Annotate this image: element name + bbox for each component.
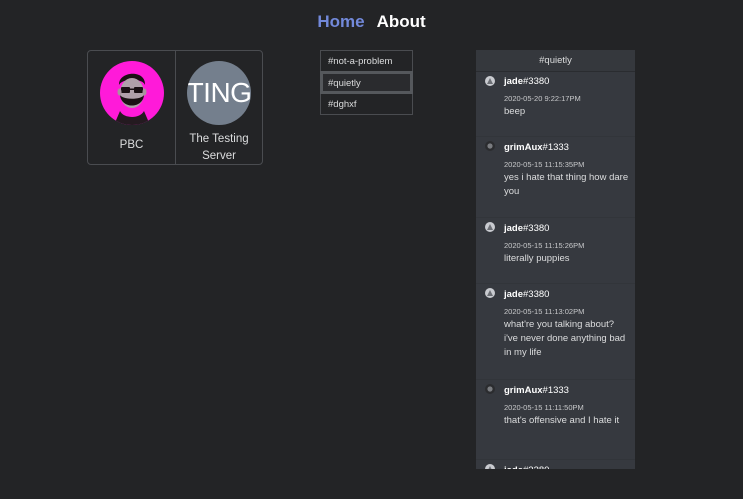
message-timestamp: 2020-05-15 11:15:35PM [504,160,585,169]
message-text: that's offensive and I hate it [504,415,620,426]
message-timestamp: 2020-05-15 11:15:26PM [504,241,585,250]
message-item: jade#3380 [476,460,635,469]
server-avatar-pbc [99,61,164,125]
message-discriminator: #3380 [523,76,550,87]
channel-list: #not-a-problem #quietly #dghxf [320,50,413,115]
message-timestamp: 2020-05-15 11:11:50PM [504,403,584,412]
pbc-face-icon [99,61,164,125]
server-name-line-2: Server [202,150,236,162]
message-author: jade [504,76,524,87]
server-item-the-testing-server[interactable]: TING The Testing Server [175,51,262,164]
message-author: grimAux [504,142,543,153]
jade-avatar-icon [485,76,495,86]
grimaux-avatar-icon [485,384,495,394]
message-author: jade [504,465,523,469]
chat-channel-title: #quietly [476,50,635,72]
message-discriminator: #3380 [523,289,550,300]
server-item-pbc[interactable]: PBC [88,51,175,164]
message-discriminator: #1333 [542,142,569,153]
server-name-pbc: PBC [119,139,144,151]
message-timestamp: 2020-05-20 9:22:17PM [504,94,581,103]
channel-item-not-a-problem[interactable]: #not-a-problem [321,51,412,72]
message-item: grimAux#1333 2020-05-15 11:15:35PM yes i… [476,137,635,218]
message-author: grimAux [504,385,543,396]
message-timestamp: 2020-05-15 11:13:02PM [504,307,585,316]
server-name-line-1: The Testing [189,133,249,145]
jade-avatar-icon [485,288,495,298]
server-name-the-testing-server: The Testing Server [189,131,248,165]
jade-avatar-icon [485,222,495,232]
message-author: jade [504,223,524,234]
message-text: literally puppies [504,253,570,264]
message-text: what're you talking about? i've never do… [504,319,626,358]
chat-panel[interactable]: #quietly jade#3380 2020-05-20 9:22:17PM … [476,50,635,469]
top-nav: Home About [0,12,743,32]
message-discriminator: #1333 [542,385,569,396]
about-link[interactable]: About [377,12,426,31]
message-discriminator: #3380 [523,465,549,469]
home-link[interactable]: Home [317,12,364,31]
channel-item-dghxf[interactable]: #dghxf [321,93,412,114]
message-item: jade#3380 2020-05-15 11:15:26PM literall… [476,218,635,284]
message-text: yes i hate that thing how dare you [504,172,629,197]
message-discriminator: #3380 [523,223,550,234]
message-author: jade [504,289,524,300]
message-item: jade#3380 2020-05-15 11:13:02PM what're … [476,284,635,380]
message-item: jade#3380 2020-05-20 9:22:17PM beep [476,72,635,137]
server-avatar-ting: TING [187,61,251,125]
jade-avatar-icon [485,464,495,469]
grimaux-avatar-icon [485,141,495,151]
message-text: beep [504,106,526,117]
server-list: PBC TING The Testing Server [87,50,263,165]
channel-item-quietly[interactable]: #quietly [320,71,413,94]
message-item: grimAux#1333 2020-05-15 11:11:50PM that'… [476,380,635,460]
